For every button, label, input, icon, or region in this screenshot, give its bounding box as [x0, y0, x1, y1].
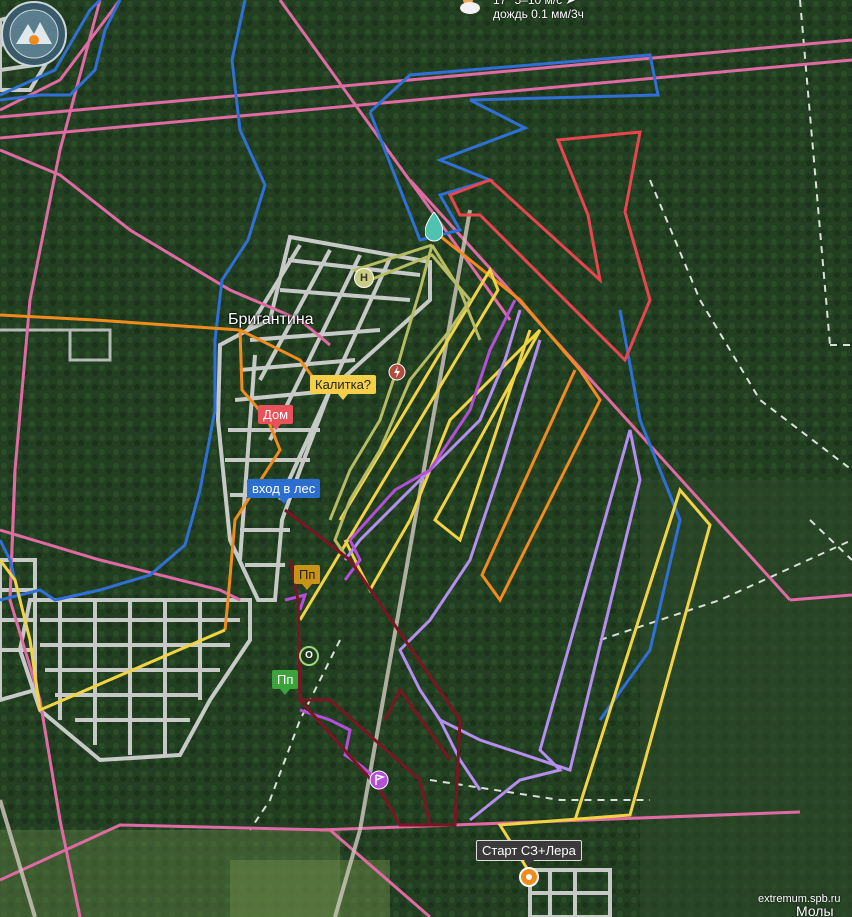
- label-vhod-v-les[interactable]: вход в лес: [247, 479, 321, 504]
- watermark: extremum.spb.ru: [758, 893, 841, 905]
- start-marker[interactable]: [518, 866, 540, 888]
- marker-n[interactable]: Н: [354, 268, 374, 288]
- map-view[interactable]: 17° 5–10 м/с ➤ дождь 0.1 мм/3ч Бригантин…: [0, 0, 852, 917]
- label-dom[interactable]: Дом: [258, 405, 294, 430]
- place-name-partial: Молы: [796, 903, 834, 917]
- extremum-logo: [1, 1, 67, 67]
- label-kalitka[interactable]: Калитка?: [310, 375, 377, 400]
- field-area: [230, 860, 390, 917]
- weather-line-2: дождь 0.1 мм/3ч: [493, 7, 584, 21]
- label-start[interactable]: Старт СЗ+Лера: [476, 840, 582, 866]
- label-pp-2[interactable]: Пп: [272, 670, 299, 695]
- map-canvas: [0, 0, 852, 917]
- marker-o[interactable]: О: [299, 646, 319, 666]
- teal-pin-marker[interactable]: [425, 212, 443, 246]
- cloud-rain-icon: [460, 0, 480, 14]
- finish-marker[interactable]: [369, 770, 389, 790]
- lightning-marker[interactable]: [388, 363, 406, 381]
- place-name-brigantina: Бригантина: [228, 311, 314, 328]
- forest-area: [640, 480, 852, 917]
- label-pp-1[interactable]: Пп: [294, 565, 321, 590]
